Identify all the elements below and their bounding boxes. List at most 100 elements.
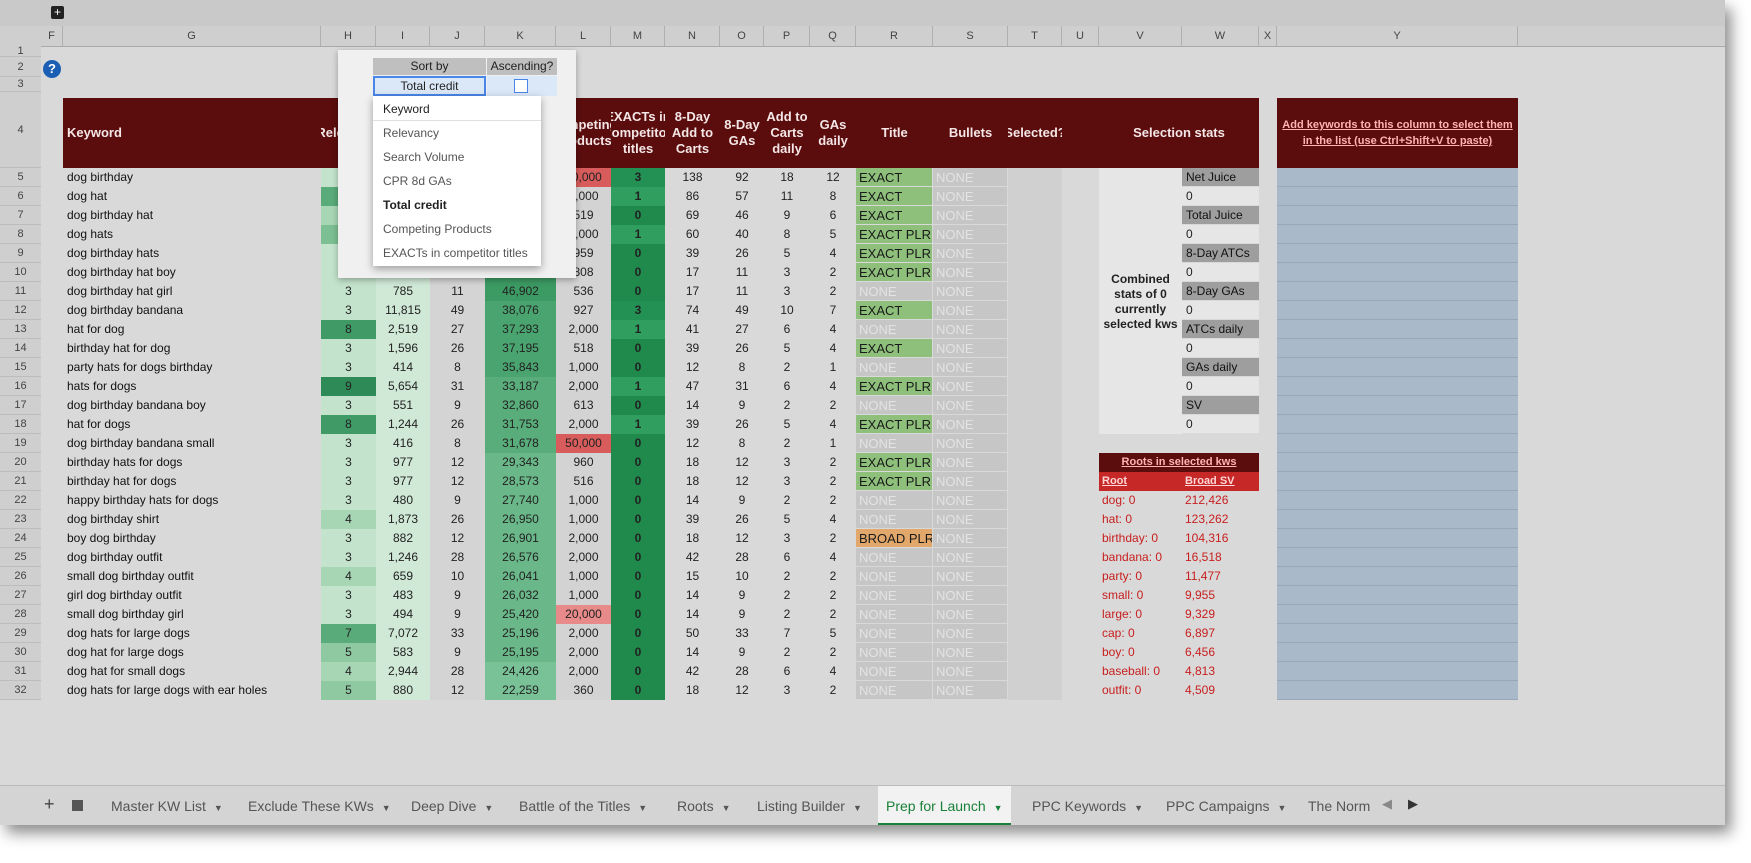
atc-daily-cell[interactable]: 2 [764,396,810,415]
cpr-cell[interactable]: 49 [430,301,485,320]
selected-cell[interactable] [1008,491,1062,510]
exacts-cell[interactable]: 0 [611,681,665,700]
ga-daily-cell[interactable]: 4 [810,244,856,263]
row-header-1[interactable]: 1 [0,46,41,57]
competing-products-cell[interactable]: 2,000 [556,662,611,681]
atc-daily-cell[interactable]: 6 [764,320,810,339]
competing-products-cell[interactable]: 613 [556,396,611,415]
exacts-cell[interactable]: 0 [611,263,665,282]
add-keywords-cell[interactable] [1277,358,1518,377]
atc-8day-cell[interactable]: 138 [665,168,720,187]
chevron-down-icon[interactable]: ▼ [484,803,493,813]
total-credit-cell[interactable]: 37,195 [485,339,556,358]
atc-daily-cell[interactable]: 3 [764,263,810,282]
sort-option[interactable]: EXACTs in competitor titles [383,246,528,260]
keyword-cell[interactable]: dog birthday hats [63,244,321,263]
ga-daily-cell[interactable]: 4 [810,377,856,396]
relevancy-cell[interactable]: 3 [321,358,376,377]
competing-products-cell[interactable]: 2,000 [556,377,611,396]
ga-daily-cell[interactable]: 2 [810,472,856,491]
add-row-icon[interactable]: + [51,6,64,19]
exacts-cell[interactable]: 0 [611,567,665,586]
row-header-18[interactable]: 18 [0,415,41,434]
atc-daily-cell[interactable]: 18 [764,168,810,187]
cpr-cell[interactable]: 8 [430,358,485,377]
atc-daily-cell[interactable]: 2 [764,605,810,624]
search-volume-cell[interactable]: 483 [376,586,430,605]
selected-cell[interactable] [1008,282,1062,301]
exacts-cell[interactable]: 1 [611,225,665,244]
total-credit-cell[interactable]: 22,259 [485,681,556,700]
atc-8day-cell[interactable]: 14 [665,605,720,624]
atc-daily-cell[interactable]: 5 [764,244,810,263]
add-keywords-cell[interactable] [1277,168,1518,187]
selected-cell[interactable] [1008,244,1062,263]
atc-8day-cell[interactable]: 17 [665,282,720,301]
selected-cell[interactable] [1008,624,1062,643]
relevancy-cell[interactable]: 3 [321,586,376,605]
bullets-status-cell[interactable]: NONE [933,263,1007,281]
search-volume-cell[interactable]: 494 [376,605,430,624]
cpr-cell[interactable]: 8 [430,434,485,453]
total-credit-cell[interactable]: 31,678 [485,434,556,453]
ga-daily-cell[interactable]: 2 [810,643,856,662]
ga-8day-cell[interactable]: 8 [720,358,764,377]
column-header-W[interactable]: W [1182,26,1259,46]
title-status-cell[interactable]: NONE [856,624,932,642]
bullets-status-cell[interactable]: NONE [933,548,1007,566]
row-header-28[interactable]: 28 [0,605,41,624]
bullets-status-cell[interactable]: NONE [933,586,1007,604]
column-header-S[interactable]: S [933,26,1008,46]
cpr-cell[interactable]: 12 [430,681,485,700]
exacts-cell[interactable]: 0 [611,662,665,681]
exacts-cell[interactable]: 0 [611,510,665,529]
ga-8day-cell[interactable]: 9 [720,396,764,415]
selected-cell[interactable] [1008,605,1062,624]
row-header-2[interactable]: 2 [0,57,41,77]
exacts-cell[interactable]: 0 [611,453,665,472]
bullets-status-cell[interactable]: NONE [933,491,1007,509]
row-header-22[interactable]: 22 [0,491,41,510]
atc-8day-cell[interactable]: 18 [665,453,720,472]
ga-8day-cell[interactable]: 31 [720,377,764,396]
search-volume-cell[interactable]: 880 [376,681,430,700]
ga-8day-cell[interactable]: 28 [720,548,764,567]
cpr-cell[interactable]: 9 [430,491,485,510]
keyword-cell[interactable]: dog hat [63,187,321,206]
column-header-Y[interactable]: Y [1277,26,1518,46]
column-header-X[interactable]: X [1259,26,1277,46]
title-status-cell[interactable]: EXACT [856,168,932,186]
column-header-U[interactable]: U [1062,26,1099,46]
total-credit-cell[interactable]: 25,420 [485,605,556,624]
ga-daily-cell[interactable]: 2 [810,529,856,548]
row-header-25[interactable]: 25 [0,548,41,567]
relevancy-cell[interactable]: 7 [321,624,376,643]
cpr-cell[interactable]: 12 [430,453,485,472]
keyword-cell[interactable]: dog birthday hat [63,206,321,225]
title-status-cell[interactable]: EXACT PLR [856,377,932,395]
cpr-cell[interactable]: 28 [430,548,485,567]
ga-daily-cell[interactable]: 2 [810,586,856,605]
add-keywords-cell[interactable] [1277,263,1518,282]
exacts-cell[interactable]: 0 [611,206,665,225]
ga-8day-cell[interactable]: 11 [720,282,764,301]
total-credit-cell[interactable]: 24,426 [485,662,556,681]
add-keywords-cell[interactable] [1277,187,1518,206]
atc-8day-cell[interactable]: 47 [665,377,720,396]
relevancy-cell[interactable]: 3 [321,529,376,548]
column-header-R[interactable]: R [856,26,933,46]
ga-8day-cell[interactable]: 46 [720,206,764,225]
total-credit-cell[interactable]: 28,573 [485,472,556,491]
total-credit-cell[interactable]: 26,576 [485,548,556,567]
search-volume-cell[interactable]: 2,519 [376,320,430,339]
competing-products-cell[interactable]: 2,000 [556,548,611,567]
ga-8day-cell[interactable]: 57 [720,187,764,206]
competing-products-cell[interactable]: 20,000 [556,605,611,624]
atc-daily-cell[interactable]: 3 [764,681,810,700]
bullets-status-cell[interactable]: NONE [933,567,1007,585]
exacts-cell[interactable]: 0 [611,396,665,415]
total-credit-cell[interactable]: 31,753 [485,415,556,434]
search-volume-cell[interactable]: 7,072 [376,624,430,643]
exacts-cell[interactable]: 0 [611,529,665,548]
search-volume-cell[interactable]: 2,944 [376,662,430,681]
